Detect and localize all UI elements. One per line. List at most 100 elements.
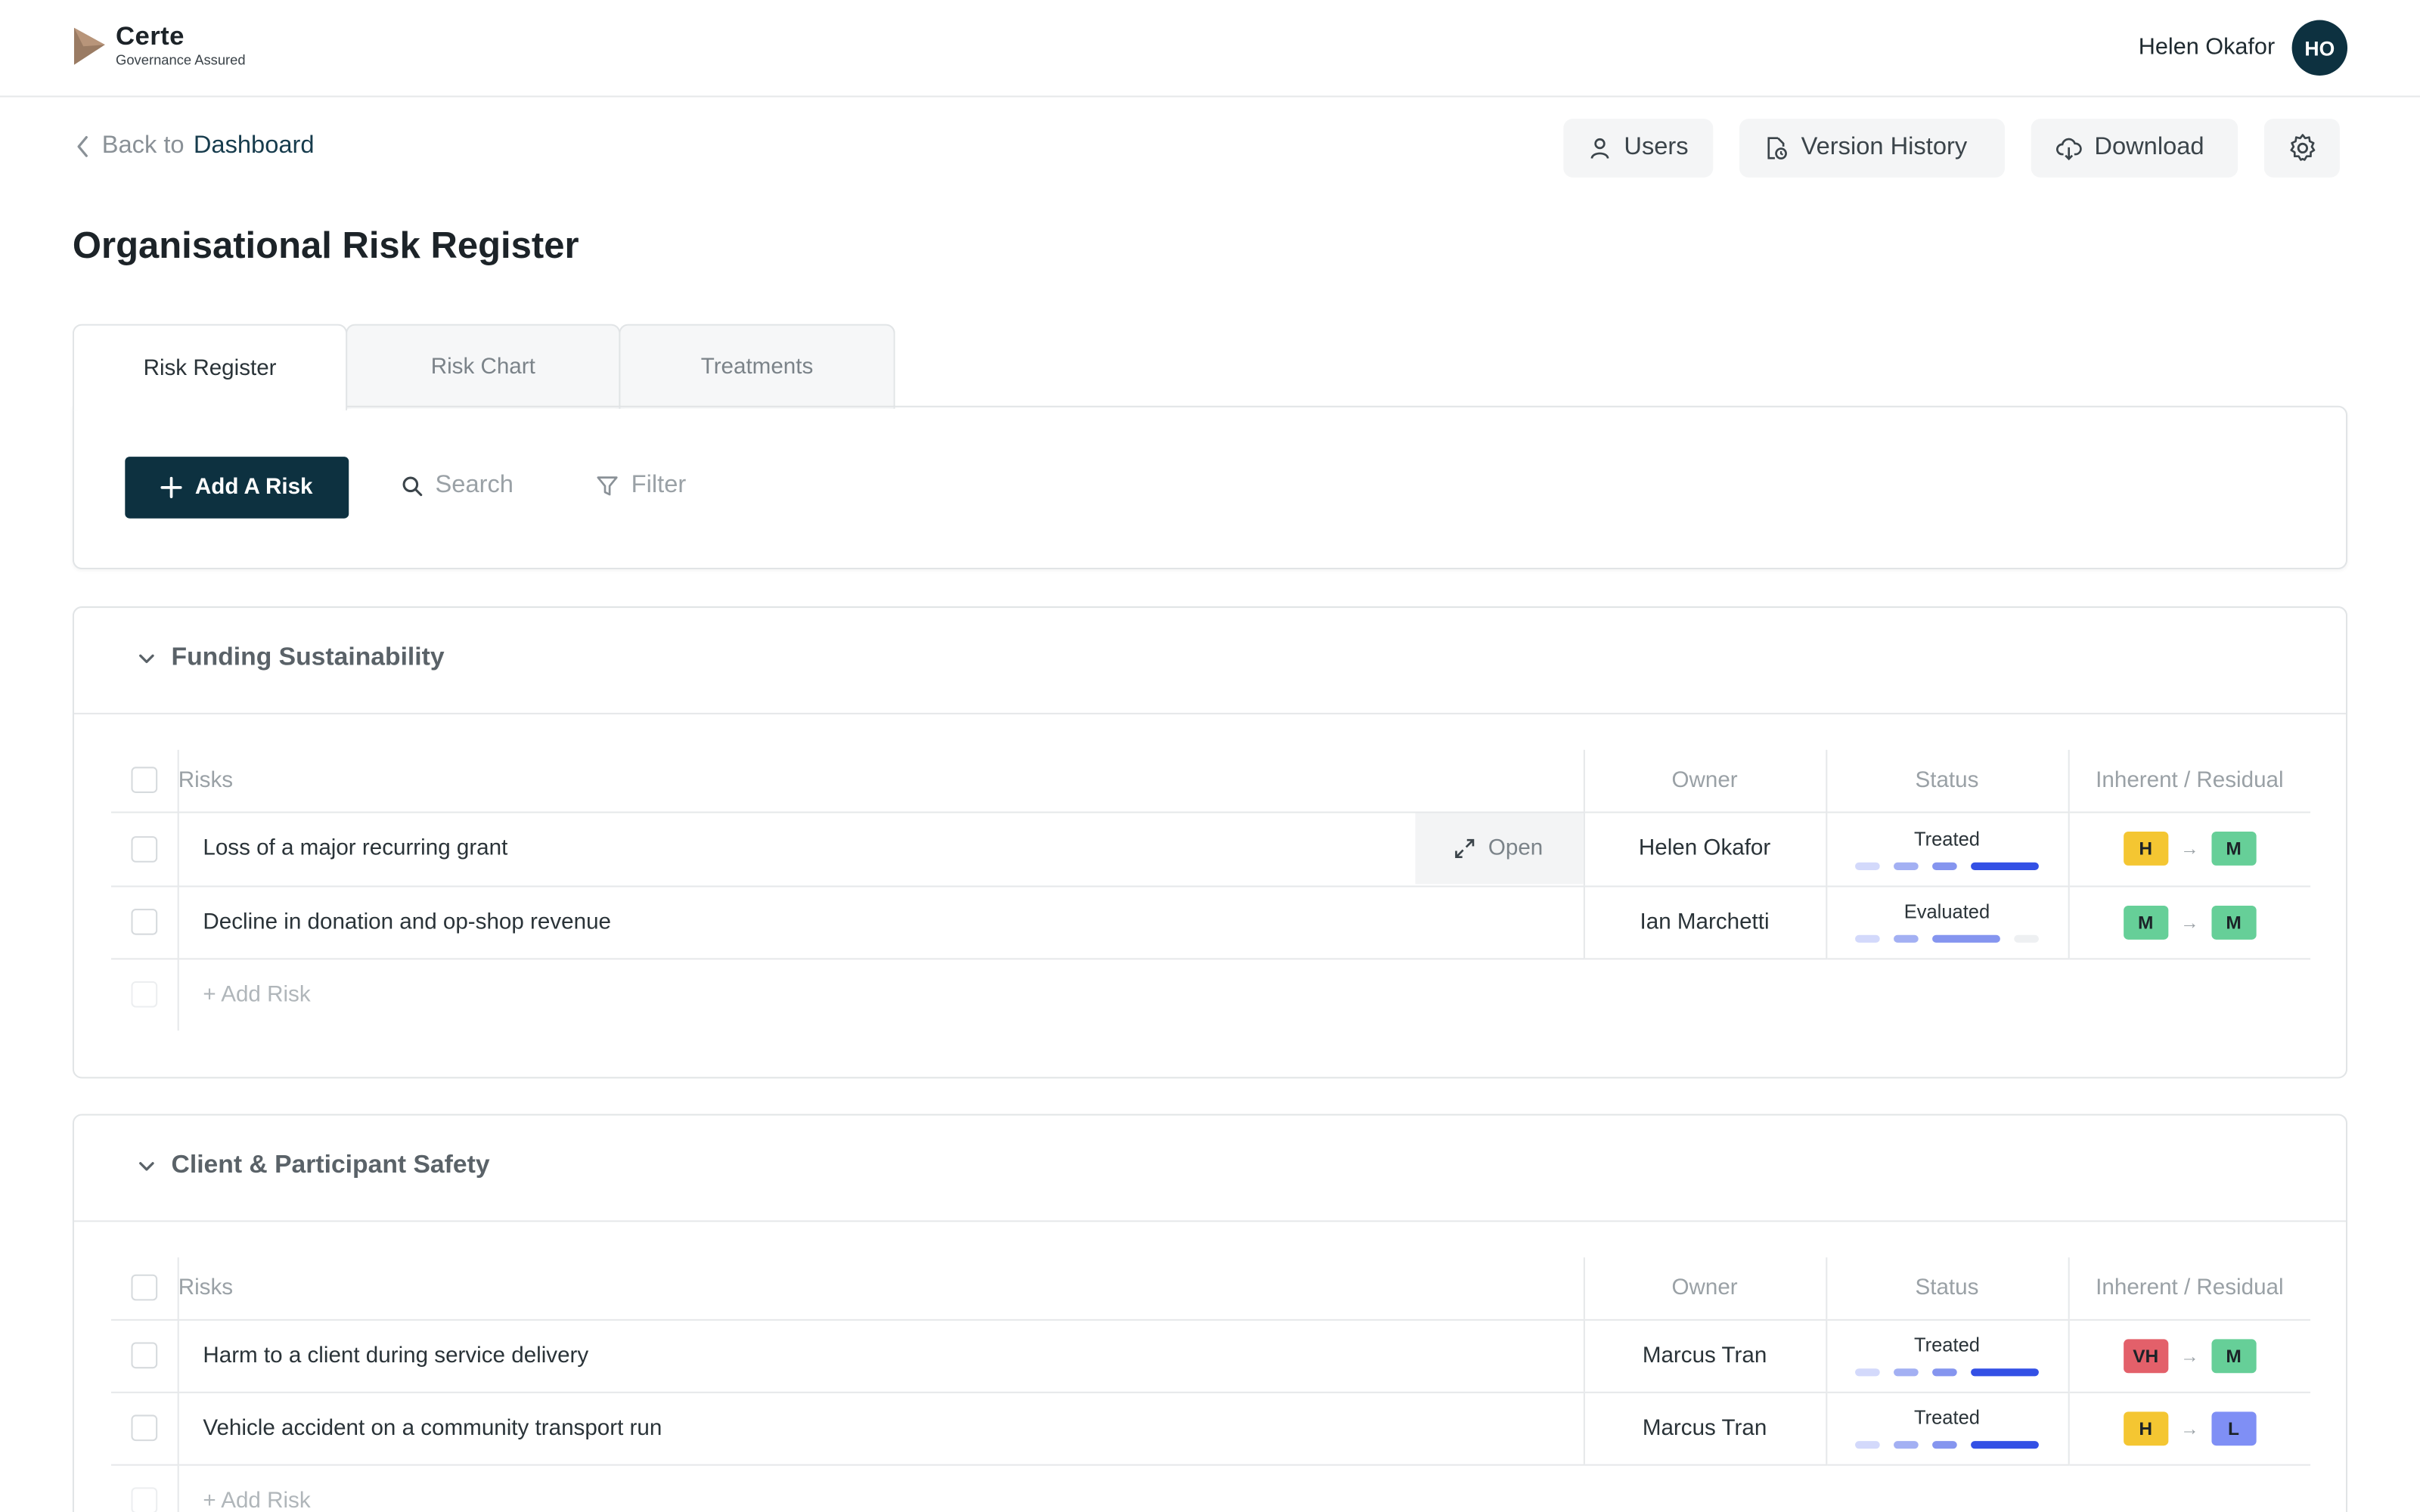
table-row[interactable]: Loss of a major recurring grant Open Hel… (110, 811, 2311, 887)
table-header-row: Risks Owner Status Inherent / Residual (110, 1257, 2311, 1320)
table-row[interactable]: Harm to a client during service delivery… (110, 1318, 2311, 1393)
status-label: Treated (1913, 1407, 1980, 1429)
column-risks[interactable]: Risks (177, 749, 1584, 813)
status-progress (1855, 934, 2039, 943)
status-progress (1855, 1441, 2039, 1449)
group-title: Client & Participant Safety (171, 1151, 490, 1179)
brand-name: Certe (116, 21, 185, 51)
risk-cell[interactable]: Harm to a client during service delivery (177, 1318, 1584, 1393)
plus-icon (161, 476, 183, 498)
users-button[interactable]: Users (1563, 119, 1714, 178)
status-progress (1855, 1368, 2039, 1377)
status-cell: Treated (1825, 1318, 2068, 1393)
group-header[interactable]: Funding Sustainability (73, 608, 2347, 714)
risk-cell[interactable]: Vehicle accident on a community transpor… (177, 1391, 1584, 1465)
inherent-badge: M (2123, 904, 2168, 939)
select-all-cell (110, 1257, 178, 1320)
column-owner[interactable]: Owner (1582, 749, 1826, 813)
tab-risk-chart[interactable]: Risk Chart (346, 324, 621, 409)
residual-badge: M (2211, 904, 2257, 939)
status-label: Treated (1913, 827, 1980, 850)
residual-badge: M (2211, 831, 2257, 866)
progress-step (2014, 934, 2039, 943)
add-risk-row[interactable]: + Add Risk (110, 1464, 2310, 1512)
progress-step (1855, 1441, 1880, 1449)
chevron-left-icon (77, 135, 88, 157)
column-inherent-residual[interactable]: Inherent / Residual (2067, 1257, 2311, 1320)
top-bar: Certe Governance Assured Helen Okafor HO (0, 0, 2420, 98)
owner-cell: Helen Okafor (1582, 811, 1826, 887)
gear-icon (2289, 134, 2315, 161)
version-history-button[interactable]: Version History (1739, 119, 2005, 178)
filter-button[interactable]: Filter (596, 472, 687, 500)
open-risk-button[interactable]: Open (1414, 813, 1583, 885)
group-title: Funding Sustainability (171, 643, 445, 671)
tab-treatments[interactable]: Treatments (619, 324, 895, 409)
risk-cell[interactable]: Decline in donation and op-shop revenue (177, 885, 1584, 959)
users-label: Users (1624, 134, 1689, 161)
add-risk-link[interactable]: + Add Risk (178, 1464, 1584, 1512)
row-select-cell (110, 958, 178, 1031)
table-row[interactable]: Vehicle accident on a community transpor… (110, 1391, 2311, 1465)
row-checkbox[interactable] (130, 835, 157, 862)
user-icon (1590, 138, 1609, 159)
row-checkbox[interactable] (130, 1414, 157, 1442)
cloud-download-icon (2055, 138, 2082, 161)
inherent-badge: H (2123, 1411, 2168, 1445)
progress-step (1894, 1441, 1919, 1449)
user-name[interactable]: Helen Okafor (2139, 34, 2275, 60)
back-to-dashboard-link[interactable]: Back to Dashboard (74, 133, 315, 161)
progress-step (1894, 1368, 1919, 1377)
add-a-risk-button[interactable]: Add A Risk (125, 457, 349, 519)
toolbar-panel: Add A Risk Search Filter (72, 405, 2348, 570)
filter-label: Filter (631, 472, 687, 499)
settings-button[interactable] (2263, 119, 2340, 178)
risk-table: Risks Owner Status Inherent / Residual L… (110, 749, 2311, 1031)
download-button[interactable]: Download (2031, 119, 2238, 178)
add-risk-row[interactable]: + Add Risk (110, 958, 2310, 1031)
progress-step (1932, 861, 1957, 869)
progress-step (1932, 1441, 1957, 1449)
residual-badge: L (2211, 1411, 2257, 1445)
row-checkbox[interactable] (130, 909, 157, 935)
arrow-right-icon: → (2180, 838, 2199, 860)
risk-group-funding: Funding Sustainability Risks Owner Statu… (72, 606, 2348, 1079)
status-label: Treated (1913, 1334, 1980, 1356)
column-risks[interactable]: Risks (177, 1257, 1584, 1320)
select-all-checkbox[interactable] (130, 1275, 157, 1301)
search-input[interactable]: Search (402, 472, 513, 500)
brand-tagline: Governance Assured (116, 52, 246, 68)
tab-risk-register[interactable]: Risk Register (72, 324, 348, 411)
dashboard-link[interactable]: Dashboard (194, 133, 315, 161)
residual-badge: M (2211, 1338, 2257, 1373)
avatar[interactable]: HO (2291, 20, 2348, 76)
row-checkbox[interactable] (130, 1342, 157, 1369)
column-status[interactable]: Status (1825, 1257, 2068, 1320)
chevron-down-icon[interactable] (138, 1159, 156, 1174)
inherent-badge: H (2123, 831, 2168, 866)
progress-step (1894, 934, 1919, 943)
risk-cell[interactable]: Loss of a major recurring grant Open (177, 811, 1584, 887)
search-placeholder: Search (435, 472, 513, 499)
status-cell: Evaluated (1825, 885, 2068, 959)
column-owner[interactable]: Owner (1582, 1257, 1826, 1320)
inherent-residual-cell: H → L (2067, 1391, 2311, 1465)
progress-step (1932, 934, 2000, 943)
progress-step (1855, 1368, 1880, 1377)
column-status[interactable]: Status (1825, 749, 2068, 813)
add-risk-link[interactable]: + Add Risk (178, 958, 1584, 1030)
column-inherent-residual[interactable]: Inherent / Residual (2067, 749, 2311, 813)
select-all-checkbox[interactable] (130, 767, 157, 794)
file-history-icon (1767, 137, 1787, 160)
risk-name[interactable]: Loss of a major recurring grant (203, 836, 507, 861)
group-header[interactable]: Client & Participant Safety (73, 1115, 2347, 1222)
inherent-residual-cell: M → M (2067, 885, 2311, 959)
progress-step (1894, 861, 1919, 869)
table-row[interactable]: Decline in donation and op-shop revenue … (110, 885, 2311, 959)
risk-table: Risks Owner Status Inherent / Residual H… (110, 1257, 2311, 1512)
owner-cell: Marcus Tran (1582, 1318, 1826, 1393)
row-select-cell (110, 1391, 178, 1465)
chevron-down-icon[interactable] (138, 651, 156, 666)
progress-step (1855, 934, 1880, 943)
progress-step (1971, 1441, 2039, 1449)
